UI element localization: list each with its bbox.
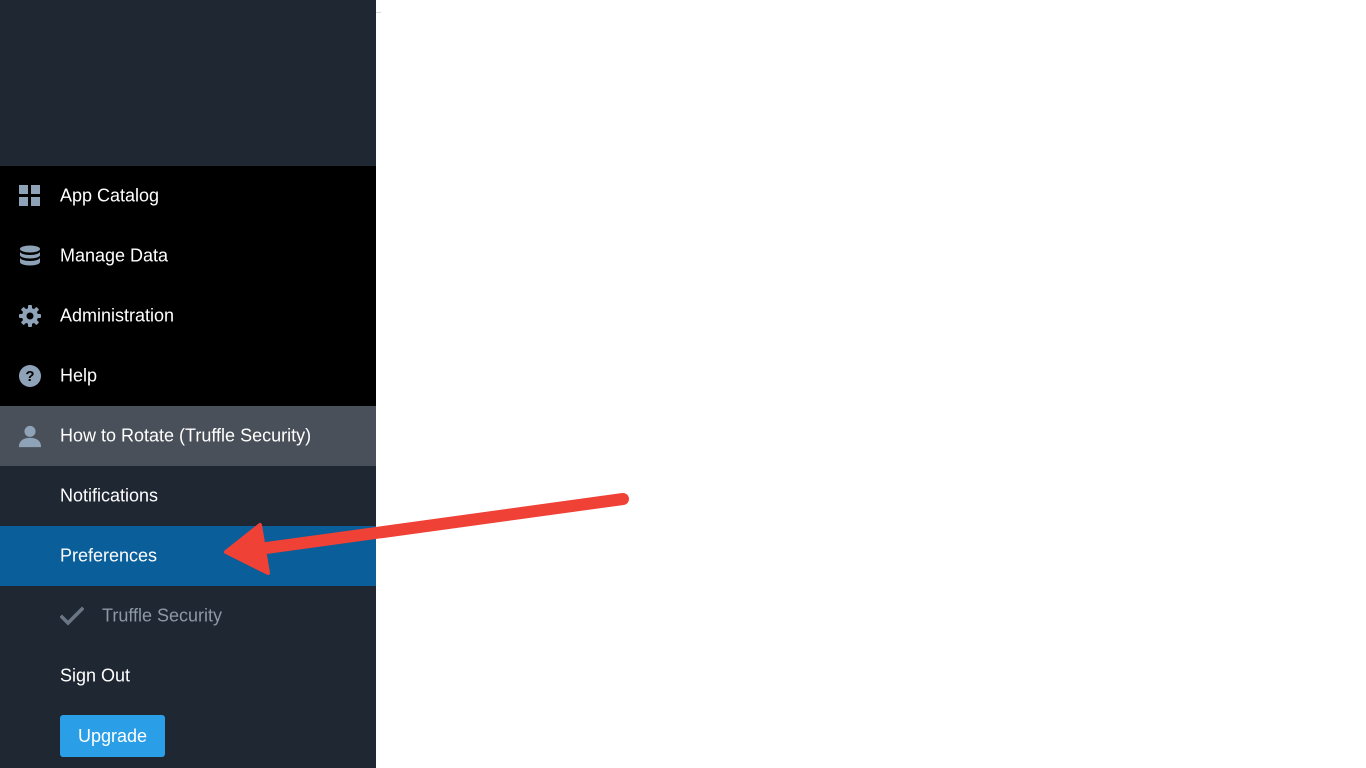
menu-item-notifications[interactable]: Notifications: [0, 466, 376, 526]
checkmark-icon: [60, 604, 84, 628]
content-divider: [376, 12, 381, 13]
menu-item-label: Notifications: [60, 485, 159, 506]
grid-icon: [18, 184, 42, 208]
gear-icon: [18, 304, 42, 328]
nav-item-manage-data[interactable]: Manage Data: [0, 226, 376, 286]
menu-item-organization[interactable]: Truffle Security: [0, 586, 376, 646]
nav-item-label: Help: [60, 365, 98, 386]
menu-item-label: Sign Out: [60, 665, 131, 686]
help-circle-icon: ?: [18, 364, 42, 388]
nav-item-help[interactable]: ? Help: [0, 346, 376, 406]
menu-item-label: Preferences: [60, 545, 158, 566]
page: App Catalog Manage Data Administration ?…: [0, 0, 1366, 768]
nav-item-label: Manage Data: [60, 245, 169, 266]
main-nav: App Catalog Manage Data Administration ?…: [0, 166, 376, 406]
nav-item-app-catalog[interactable]: App Catalog: [0, 166, 376, 226]
organization-name: Truffle Security: [102, 605, 223, 626]
upgrade-button[interactable]: Upgrade: [60, 715, 165, 757]
nav-item-administration[interactable]: Administration: [0, 286, 376, 346]
sidebar: App Catalog Manage Data Administration ?…: [0, 0, 376, 768]
user-menu-toggle[interactable]: How to Rotate (Truffle Security): [0, 406, 376, 466]
upgrade-row: Upgrade: [0, 706, 376, 766]
database-icon: [18, 244, 42, 268]
nav-item-label: Administration: [60, 305, 175, 326]
nav-item-label: App Catalog: [60, 185, 160, 206]
menu-item-sign-out[interactable]: Sign Out: [0, 646, 376, 706]
menu-item-preferences[interactable]: Preferences: [0, 526, 376, 586]
sidebar-header: [0, 0, 376, 166]
svg-text:?: ?: [25, 368, 34, 385]
user-icon: [18, 424, 42, 448]
user-name: How to Rotate (Truffle Security): [60, 425, 312, 446]
